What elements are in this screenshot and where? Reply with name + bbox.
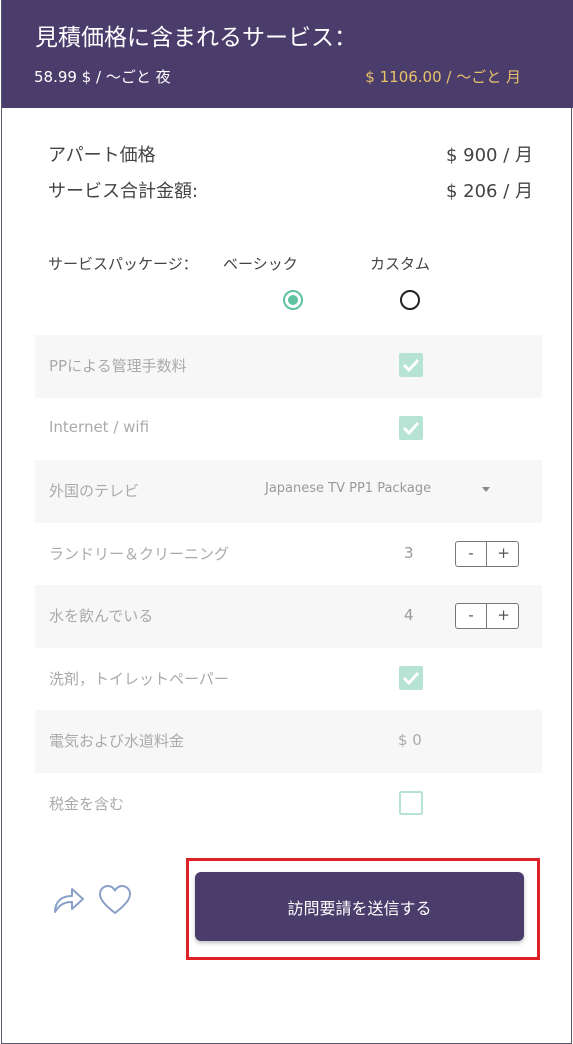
package-basic-label: ベーシック [223,255,298,273]
laundry-count: 3 [404,543,414,562]
detergent-checkbox[interactable] [399,665,423,690]
service-row-laundry: ランドリー＆クリーニング 3 - + [35,523,542,586]
apartment-price-label: アパート価格 [48,145,156,166]
share-icon[interactable] [52,885,86,915]
internet-checkbox[interactable] [399,415,423,440]
laundry-stepper: - + [455,540,519,567]
service-row-internet: Internet / wifi [35,398,542,461]
service-label: Internet / wifi [49,417,150,436]
package-custom-label: カスタム [370,255,431,273]
service-row-utilities: 電気および水道料金 $ 0 [35,710,542,773]
service-label: 税金を含む [49,794,125,813]
management-fee-checkbox[interactable] [399,353,423,377]
heart-icon[interactable] [98,884,132,916]
service-label: 電気および水道料金 [49,732,185,750]
service-row-drinking-water: 水を飲んでいる 4 - + [35,585,542,648]
water-stepper: - + [455,603,519,629]
water-minus-button[interactable]: - [456,604,487,628]
water-count: 4 [404,606,414,624]
dropdown-arrow-icon[interactable] [482,487,490,492]
service-row-foreign-tv: 外国のテレビ Japanese TV PP1 Package [35,460,542,523]
service-row-management-fee: PPによる管理手数料 [35,335,542,398]
apartment-price-row: アパート価格 $ 900 / 月 [48,141,533,167]
service-label: PPによる管理手数料 [49,357,187,375]
utilities-value: $ 0 [398,731,422,749]
package-custom-radio[interactable] [400,290,420,310]
water-plus-button[interactable]: + [488,604,519,628]
service-label: 水を飲んでいる [49,607,154,625]
services-total-value: $ 206 / 月 [445,181,533,202]
apartment-price-value: $ 900 / 月 [445,145,533,166]
service-label: ランドリー＆クリーニング [49,544,230,563]
checkmark-icon [402,358,420,373]
quote-card: 見積価格に含まれるサービス： 58.99 $ / ～ごと 夜 $ 1106.00… [1,0,573,1044]
package-basic-radio[interactable] [283,290,303,310]
checkmark-icon [402,671,420,685]
price-per-night: 58.99 $ / ～ごと 夜 [34,68,171,86]
service-label: 洗剤，トイレットペーパー [49,669,229,688]
laundry-minus-button[interactable]: - [456,541,487,566]
checkmark-icon [402,421,420,435]
price-per-month: $ 1106.00 / ～ごと 月 [365,68,521,86]
services-total-label: サービス合計金額: [48,181,199,202]
tax-checkbox[interactable] [399,790,423,815]
tv-package-select[interactable]: Japanese TV PP1 Package [265,481,431,496]
services-total-row: サービス合計金額: $ 206 / 月 [48,177,533,203]
send-visit-request-button[interactable]: 訪問要請を送信する [195,872,524,941]
header-title: 見積価格に含まれるサービス： [35,25,357,51]
laundry-plus-button[interactable]: + [488,542,519,566]
service-label: 外国のテレビ [49,482,140,500]
service-row-detergent: 洗剤，トイレットペーパー [35,648,542,711]
quote-header: 見積価格に含まれるサービス： 58.99 $ / ～ごと 夜 $ 1106.00… [2,0,573,108]
service-row-tax: 税金を含む [35,773,542,836]
package-label: サービスパッケージ： [48,255,198,273]
services-list: PPによる管理手数料 Internet / wifi 外国のテレビ Japane… [35,335,542,835]
